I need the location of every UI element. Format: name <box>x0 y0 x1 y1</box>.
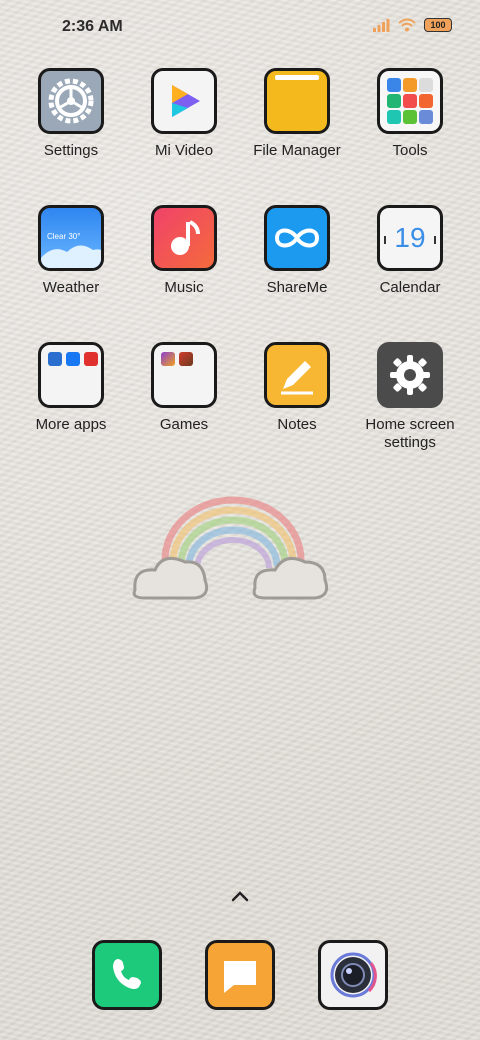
wifi-icon <box>398 18 416 32</box>
status-bar: 2:36 AM 100 <box>0 0 480 56</box>
app-weather[interactable]: Clear 30° Weather <box>15 205 127 297</box>
tools-folder-icon <box>377 68 443 134</box>
app-more-apps[interactable]: More apps <box>15 342 127 434</box>
app-label: Mi Video <box>154 142 214 159</box>
app-label: Notes <box>277 416 317 433</box>
status-icons: 100 <box>372 18 452 32</box>
app-calendar[interactable]: 19 Calendar <box>354 205 466 297</box>
app-label: Tools <box>392 142 428 159</box>
file-manager-icon <box>264 68 330 134</box>
phone-icon <box>113 959 141 989</box>
app-label: File Manager <box>253 142 341 159</box>
dock-camera-button[interactable] <box>318 940 388 1010</box>
home-screen-settings-icon <box>377 342 443 408</box>
wallpaper-rainbow-illustration <box>132 496 329 600</box>
app-label: Weather <box>42 279 100 296</box>
chevron-up-icon[interactable] <box>226 884 254 908</box>
app-label: ShareMe <box>266 279 328 296</box>
app-settings[interactable]: Settings <box>15 68 127 160</box>
app-file-manager[interactable]: File Manager <box>241 68 353 160</box>
app-label: More apps <box>35 416 107 433</box>
games-folder-icon <box>151 342 217 408</box>
signal-icon <box>373 19 390 32</box>
app-tools[interactable]: Tools <box>354 68 466 160</box>
app-shareme[interactable]: ShareMe <box>241 205 353 297</box>
shareme-icon <box>264 205 330 271</box>
app-label: Games <box>159 416 209 433</box>
status-time: 2:36 AM <box>62 18 123 35</box>
dock-messages-button[interactable] <box>205 940 275 1010</box>
notes-icon <box>264 342 330 408</box>
dock-phone-button[interactable] <box>92 940 162 1010</box>
app-music[interactable]: Music <box>128 205 240 297</box>
app-label: Music <box>164 279 204 296</box>
app-games[interactable]: Games <box>128 342 240 434</box>
app-label: Calendar <box>379 279 441 296</box>
messages-icon <box>224 961 256 993</box>
app-label: Home screen settings <box>365 416 455 451</box>
settings-icon <box>38 68 104 134</box>
app-notes[interactable]: Notes <box>241 342 353 434</box>
battery-indicator: 100 <box>424 18 452 32</box>
calendar-icon: 19 <box>377 205 443 271</box>
app-home-screen-settings[interactable]: Home screen settings <box>354 342 466 452</box>
music-icon <box>151 205 217 271</box>
calendar-day: 19 <box>394 222 426 253</box>
dock <box>0 940 480 1012</box>
more-apps-folder-icon <box>38 342 104 408</box>
app-label: Settings <box>43 142 99 159</box>
camera-icon <box>330 952 377 998</box>
mi-video-icon <box>151 68 217 134</box>
app-mi-video[interactable]: Mi Video <box>128 68 240 160</box>
weather-icon: Clear 30° <box>38 205 104 271</box>
